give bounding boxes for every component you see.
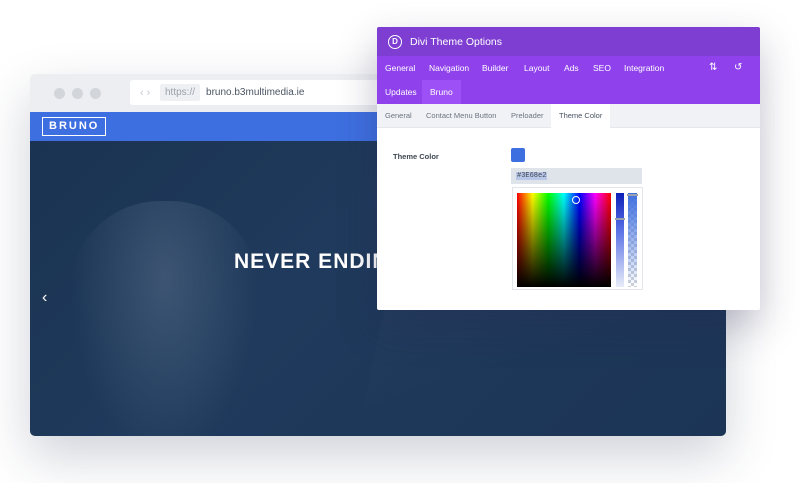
subtab-general[interactable]: General <box>385 104 412 128</box>
hex-color-input[interactable]: #3E68e2 <box>511 168 642 184</box>
sub-tabs: General Contact Menu Button Preloader Th… <box>377 104 760 129</box>
color-picker-handle[interactable] <box>572 196 580 204</box>
tab-ads[interactable]: Ads <box>564 56 579 80</box>
panel-title: Divi Theme Options <box>410 35 503 48</box>
tab-navigation[interactable]: Navigation <box>429 56 469 80</box>
color-picker <box>512 187 643 290</box>
main-tabs: General Navigation Builder Layout Ads SE… <box>377 56 760 104</box>
subtab-preloader[interactable]: Preloader <box>511 104 544 128</box>
tab-updates[interactable]: Updates <box>385 80 417 104</box>
tab-bruno[interactable]: Bruno <box>422 80 461 104</box>
theme-options-panel: D Divi Theme Options General Navigation … <box>377 27 760 310</box>
screenshot-stage: ‹› https:// bruno.b3multimedia.ie BRUNO … <box>0 0 800 483</box>
hue-slider[interactable] <box>616 193 624 287</box>
subtab-theme-color[interactable]: Theme Color <box>551 104 611 129</box>
reset-icon[interactable]: ↺ <box>734 62 742 73</box>
divi-logo-icon: D <box>388 34 402 49</box>
tab-general[interactable]: General <box>385 56 415 80</box>
window-close-dot[interactable] <box>54 88 65 99</box>
theme-color-label: Theme Color <box>393 152 439 161</box>
subtab-contact-menu-button[interactable]: Contact Menu Button <box>426 104 496 128</box>
opacity-slider-handle[interactable] <box>627 194 638 196</box>
saturation-overlay <box>517 193 611 287</box>
hex-color-value: #3E68e2 <box>516 172 548 180</box>
theme-color-swatch[interactable] <box>511 148 525 162</box>
url-protocol: https:// <box>160 84 201 101</box>
opacity-gradient <box>628 193 637 287</box>
slider-prev-arrow-icon[interactable]: ‹ <box>42 289 47 307</box>
panel-header: D Divi Theme Options <box>377 27 760 56</box>
tab-integration[interactable]: Integration <box>624 56 664 80</box>
back-forward-icon[interactable]: ‹› <box>130 87 160 99</box>
tab-seo[interactable]: SEO <box>593 56 611 80</box>
hue-slider-handle[interactable] <box>615 218 625 220</box>
tab-builder[interactable]: Builder <box>482 56 508 80</box>
site-logo[interactable]: BRUNO <box>42 117 107 136</box>
import-export-icon[interactable]: ⇅ <box>709 62 717 73</box>
tab-layout[interactable]: Layout <box>524 56 550 80</box>
window-maximize-dot[interactable] <box>90 88 101 99</box>
url-host: bruno.b3multimedia.ie <box>206 87 305 98</box>
hero-person-image <box>70 201 260 436</box>
window-minimize-dot[interactable] <box>72 88 83 99</box>
